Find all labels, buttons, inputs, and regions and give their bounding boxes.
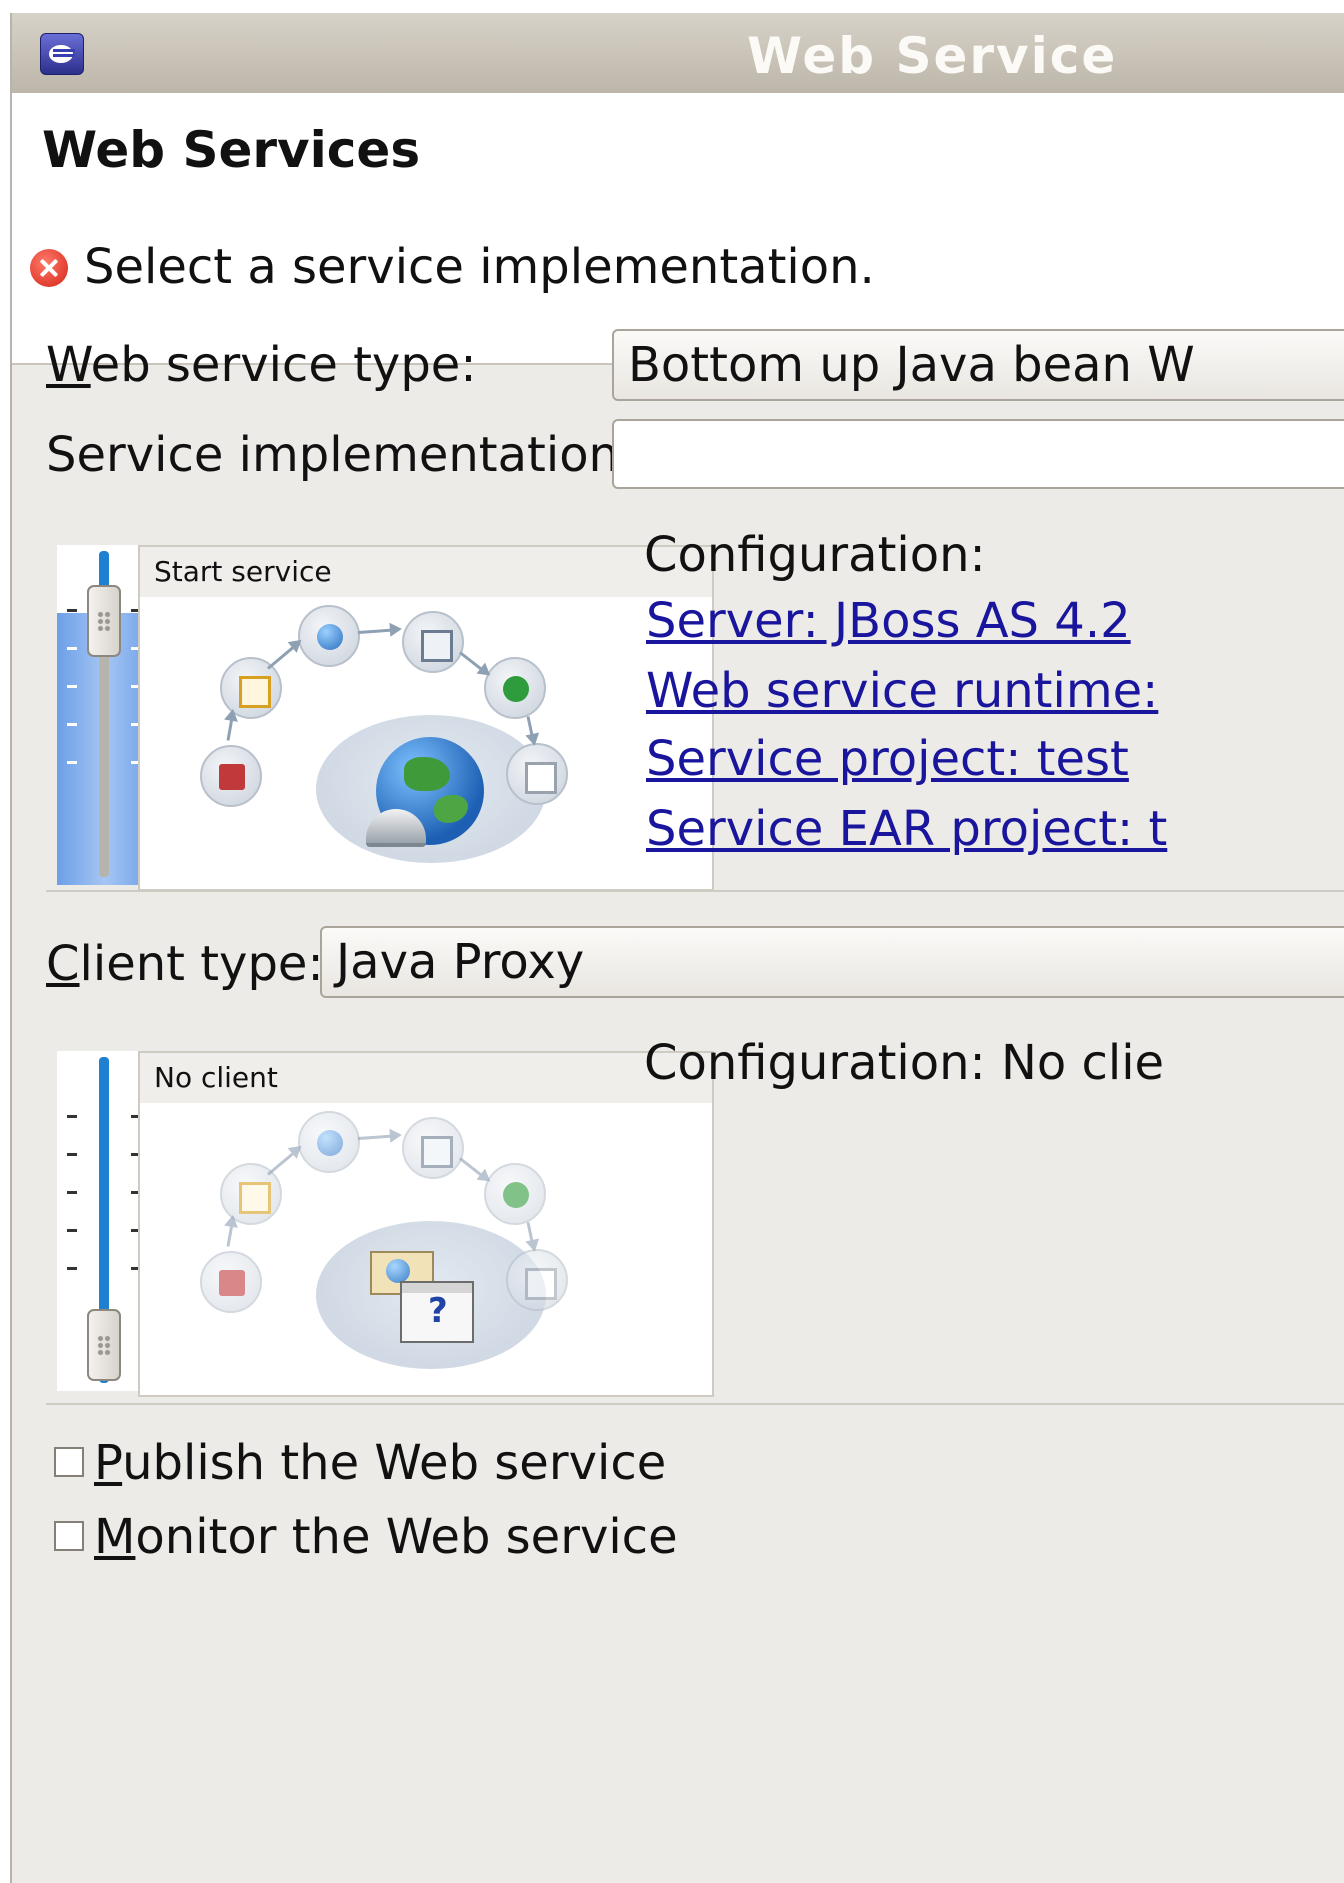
service-scale-panel: Start service [138, 545, 714, 891]
flow-arrow [226, 1218, 235, 1247]
publish-label[interactable]: Publish the Web service [94, 1435, 666, 1491]
start-node-icon [484, 1163, 546, 1225]
separator [46, 890, 1344, 892]
title-bar[interactable]: Web Service [12, 13, 1344, 94]
window-title: Web Service [747, 27, 1118, 85]
start-node-icon [484, 657, 546, 719]
publish-checkbox[interactable] [54, 1447, 84, 1477]
web-service-type-value: Bottom up Java bean W [628, 337, 1195, 393]
flow-arrow [459, 651, 488, 675]
question-icon: ? [428, 1291, 448, 1331]
flow-arrow [526, 1222, 535, 1249]
slider-tick [67, 647, 77, 650]
client-scale-panel: No client ? [138, 1051, 714, 1397]
flow-arrow [526, 716, 535, 743]
label-rest: ublish the Web service [122, 1435, 667, 1491]
web-service-type-combo[interactable]: Bottom up Java bean W [612, 329, 1344, 401]
client-type-combo[interactable]: Java Proxy [320, 926, 1344, 998]
service-project-link[interactable]: Service project: test [646, 731, 1129, 787]
slider-tick [67, 1153, 77, 1156]
web-service-dialog: Web Service Web Services Select a servic… [10, 13, 1344, 1883]
eclipse-app-icon[interactable] [40, 33, 84, 75]
flow-arrow [357, 1134, 399, 1140]
install-node-icon [402, 611, 464, 673]
label-rest: lient type: [79, 936, 324, 992]
service-slider-thumb[interactable] [87, 585, 121, 657]
client-type-label: Client type: [46, 936, 324, 992]
slider-tick [67, 1229, 77, 1232]
service-ear-project-link[interactable]: Service EAR project: t [646, 801, 1167, 857]
develop-node-icon [200, 1251, 262, 1313]
service-panel-label: Start service [154, 555, 332, 588]
flow-arrow [267, 641, 300, 670]
slider-tick [67, 723, 77, 726]
service-implementation-input[interactable] [612, 419, 1344, 489]
install-node-icon [402, 1117, 464, 1179]
flow-arrow [226, 712, 235, 741]
page-title: Web Services [42, 121, 421, 179]
service-implementation-label: Service implementation: [46, 427, 636, 483]
test-node-icon [506, 1249, 568, 1311]
separator [46, 1403, 1344, 1405]
slider-tick [67, 685, 77, 688]
no-client-question-icon: ? [370, 1251, 474, 1343]
slider-tick [67, 1191, 77, 1194]
client-type-value: Java Proxy [336, 934, 585, 990]
flow-arrow [267, 1147, 300, 1176]
wizard-header: Web Services Select a service implementa… [12, 93, 1344, 365]
web-service-type-label: Web service type: [46, 337, 477, 393]
window-front: ? [400, 1281, 474, 1343]
develop-node-icon [200, 745, 262, 807]
error-icon [30, 249, 68, 287]
slider-tick [67, 609, 77, 612]
mnemonic-p: P [94, 1435, 123, 1491]
client-configuration-text: Configuration: No clie [644, 1035, 1165, 1091]
test-node-icon [506, 743, 568, 805]
mnemonic-w: W [46, 337, 91, 393]
slider-tick [67, 1115, 77, 1118]
label-rest: onitor the Web service [135, 1509, 678, 1565]
mnemonic-m: M [94, 1509, 136, 1565]
slider-tick [67, 761, 77, 764]
deploy-node-icon [298, 1111, 360, 1173]
slider-tick [67, 1267, 77, 1270]
service-panel-header: Start service [140, 547, 712, 597]
client-slider-thumb[interactable] [87, 1309, 121, 1381]
monitor-label[interactable]: Monitor the Web service [94, 1509, 678, 1565]
mnemonic-c: C [46, 936, 80, 992]
monitor-checkbox[interactable] [54, 1521, 84, 1551]
server-link[interactable]: Server: JBoss AS 4.2 [646, 593, 1131, 649]
client-panel-header: No client [140, 1053, 712, 1103]
client-panel-label: No client [154, 1061, 278, 1094]
flow-arrow [459, 1157, 488, 1181]
service-configuration-label: Configuration: [644, 527, 986, 583]
web-service-runtime-link[interactable]: Web service runtime: [646, 663, 1158, 719]
error-message: Select a service implementation. [84, 239, 875, 295]
label-rest: eb service type: [90, 337, 477, 393]
deploy-node-icon [298, 605, 360, 667]
flow-arrow [357, 628, 399, 634]
